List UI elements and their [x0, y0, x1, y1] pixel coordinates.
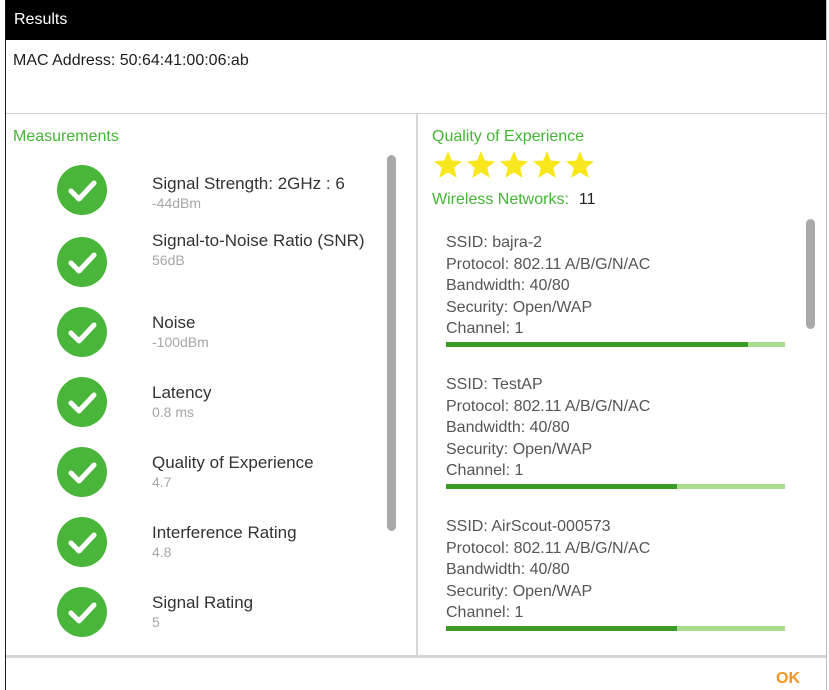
- measurements-list[interactable]: Signal Strength: 2GHz : 6 -44dBm Signal-…: [6, 152, 411, 652]
- measurement-value: -44dBm: [152, 195, 202, 211]
- check-icon: [57, 377, 107, 427]
- measurement-value: 56dB: [152, 252, 185, 268]
- check-icon: [57, 237, 107, 287]
- check-icon: [57, 517, 107, 567]
- network-list[interactable]: SSID: bajra-2 Protocol: 802.11 A/B/G/N/A…: [418, 224, 823, 632]
- star-icon: [500, 151, 528, 178]
- measurement-label: Latency: [152, 383, 212, 402]
- network-bandwidth: Bandwidth: 40/80: [446, 561, 570, 578]
- signal-bar: [446, 483, 785, 489]
- check-icon: [57, 165, 107, 215]
- network-protocol: Protocol: 802.11 A/B/G/N/AC: [446, 397, 651, 415]
- network-ssid: SSID: TestAP: [446, 376, 543, 393]
- network-bandwidth: Bandwidth: 40/80: [446, 277, 570, 294]
- network-protocol: Protocol: 802.11 A/B/G/N/AC: [446, 539, 651, 557]
- network-security: Security: Open/WAP: [446, 440, 593, 458]
- measurement-label: Signal Rating: [152, 593, 254, 612]
- measurement-label: Interference Rating: [152, 523, 297, 542]
- check-icon: [57, 447, 107, 497]
- network-item[interactable]: SSID: bajra-2 Protocol: 802.11 A/B/G/N/A…: [446, 232, 791, 347]
- signal-bar-fill: [446, 483, 677, 489]
- network-ssid: SSID: bajra-2: [446, 234, 543, 251]
- network-item[interactable]: SSID: TestAP Protocol: 802.11 A/B/G/N/AC…: [446, 374, 791, 489]
- mac-address: MAC Address: 50:64:41:00:06:ab: [13, 52, 249, 69]
- measurement-value: 0.8 ms: [152, 404, 195, 420]
- measurement-value: 5: [152, 614, 160, 630]
- star-icon: [467, 151, 495, 178]
- measurement-value: 4.8: [152, 544, 172, 560]
- signal-bar-fill: [446, 341, 748, 347]
- measurements-scrollbar[interactable]: [387, 155, 396, 531]
- network-channel: Channel: 1: [446, 462, 524, 479]
- star-icon: [434, 151, 462, 178]
- qoe-title: Quality of Experience: [432, 128, 585, 145]
- star-icon: [533, 151, 561, 178]
- network-list-scrollbar[interactable]: [806, 219, 815, 329]
- measurement-value: 4.7: [152, 474, 172, 490]
- results-dialog: Results MAC Address: 50:64:41:00:06:ab M…: [5, 0, 827, 690]
- wireless-networks-count: 11: [578, 191, 596, 208]
- dialog-title: Results: [6, 0, 826, 40]
- measurement-label: Noise: [152, 313, 196, 332]
- footer-divider: [6, 655, 826, 658]
- network-channel: Channel: 1: [446, 604, 524, 621]
- network-ssid: SSID: AirScout-000573: [446, 518, 611, 535]
- measurement-label: Signal-to-Noise Ratio (SNR): [152, 231, 365, 250]
- star-icon: [566, 151, 594, 178]
- check-icon: [57, 587, 107, 637]
- wireless-networks-row: Wireless Networks: 11: [432, 191, 596, 209]
- network-channel: Channel: 1: [446, 320, 524, 337]
- signal-bar: [446, 625, 785, 631]
- measurements-title: Measurements: [13, 128, 119, 145]
- network-security: Security: Open/WAP: [446, 298, 593, 316]
- signal-bar: [446, 341, 785, 347]
- measurement-label: Quality of Experience: [152, 453, 314, 472]
- network-security: Security: Open/WAP: [446, 582, 593, 600]
- network-item[interactable]: SSID: AirScout-000573 Protocol: 802.11 A…: [446, 516, 791, 631]
- measurement-value: -100dBm: [152, 334, 209, 350]
- network-bandwidth: Bandwidth: 40/80: [446, 419, 570, 436]
- wireless-networks-label: Wireless Networks:: [432, 191, 569, 208]
- ok-button[interactable]: OK: [776, 670, 800, 688]
- qoe-star-rating: [432, 149, 597, 181]
- measurement-label: Signal Strength: 2GHz : 6: [152, 174, 345, 193]
- signal-bar-fill: [446, 625, 677, 631]
- network-protocol: Protocol: 802.11 A/B/G/N/AC: [446, 255, 651, 273]
- check-icon: [57, 307, 107, 357]
